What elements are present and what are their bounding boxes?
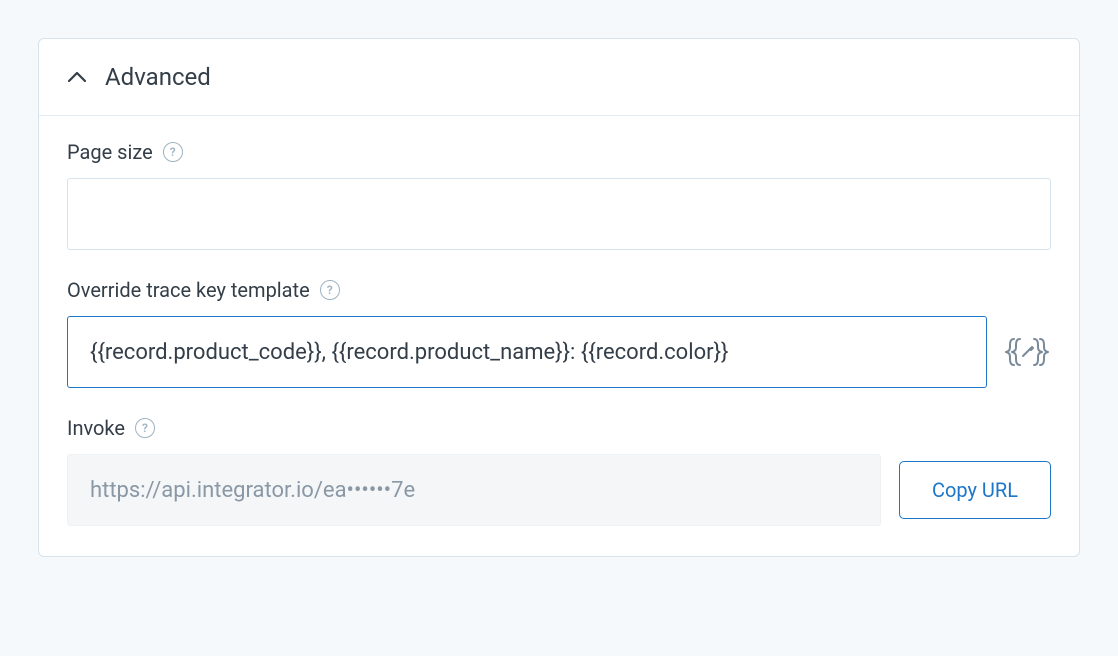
invoke-row: https://api.integrator.io/ea••••••7e Cop… xyxy=(67,454,1051,526)
invoke-label-row: Invoke ? xyxy=(67,416,1051,440)
advanced-panel-header[interactable]: Advanced xyxy=(39,39,1079,116)
page-size-label: Page size xyxy=(67,140,153,164)
handlebars-editor-icon[interactable] xyxy=(1003,328,1051,376)
advanced-panel: Advanced Page size ? Override trace key … xyxy=(38,38,1080,557)
help-icon[interactable]: ? xyxy=(163,142,183,162)
invoke-url-readonly: https://api.integrator.io/ea••••••7e xyxy=(67,454,881,526)
trace-key-input[interactable] xyxy=(67,316,987,388)
panel-body: Page size ? Override trace key template … xyxy=(39,116,1079,556)
help-icon[interactable]: ? xyxy=(135,418,155,438)
page-size-field: Page size ? xyxy=(67,140,1051,250)
trace-key-label: Override trace key template xyxy=(67,278,310,302)
invoke-field: Invoke ? https://api.integrator.io/ea•••… xyxy=(67,416,1051,526)
trace-key-input-row xyxy=(67,316,1051,388)
help-icon[interactable]: ? xyxy=(320,280,340,300)
panel-title: Advanced xyxy=(105,63,211,91)
trace-key-label-row: Override trace key template ? xyxy=(67,278,1051,302)
invoke-label: Invoke xyxy=(67,416,125,440)
trace-key-field: Override trace key template ? xyxy=(67,278,1051,388)
page-size-label-row: Page size ? xyxy=(67,140,1051,164)
chevron-up-icon xyxy=(67,67,87,87)
page-size-input[interactable] xyxy=(67,178,1051,250)
copy-url-button[interactable]: Copy URL xyxy=(899,461,1051,519)
